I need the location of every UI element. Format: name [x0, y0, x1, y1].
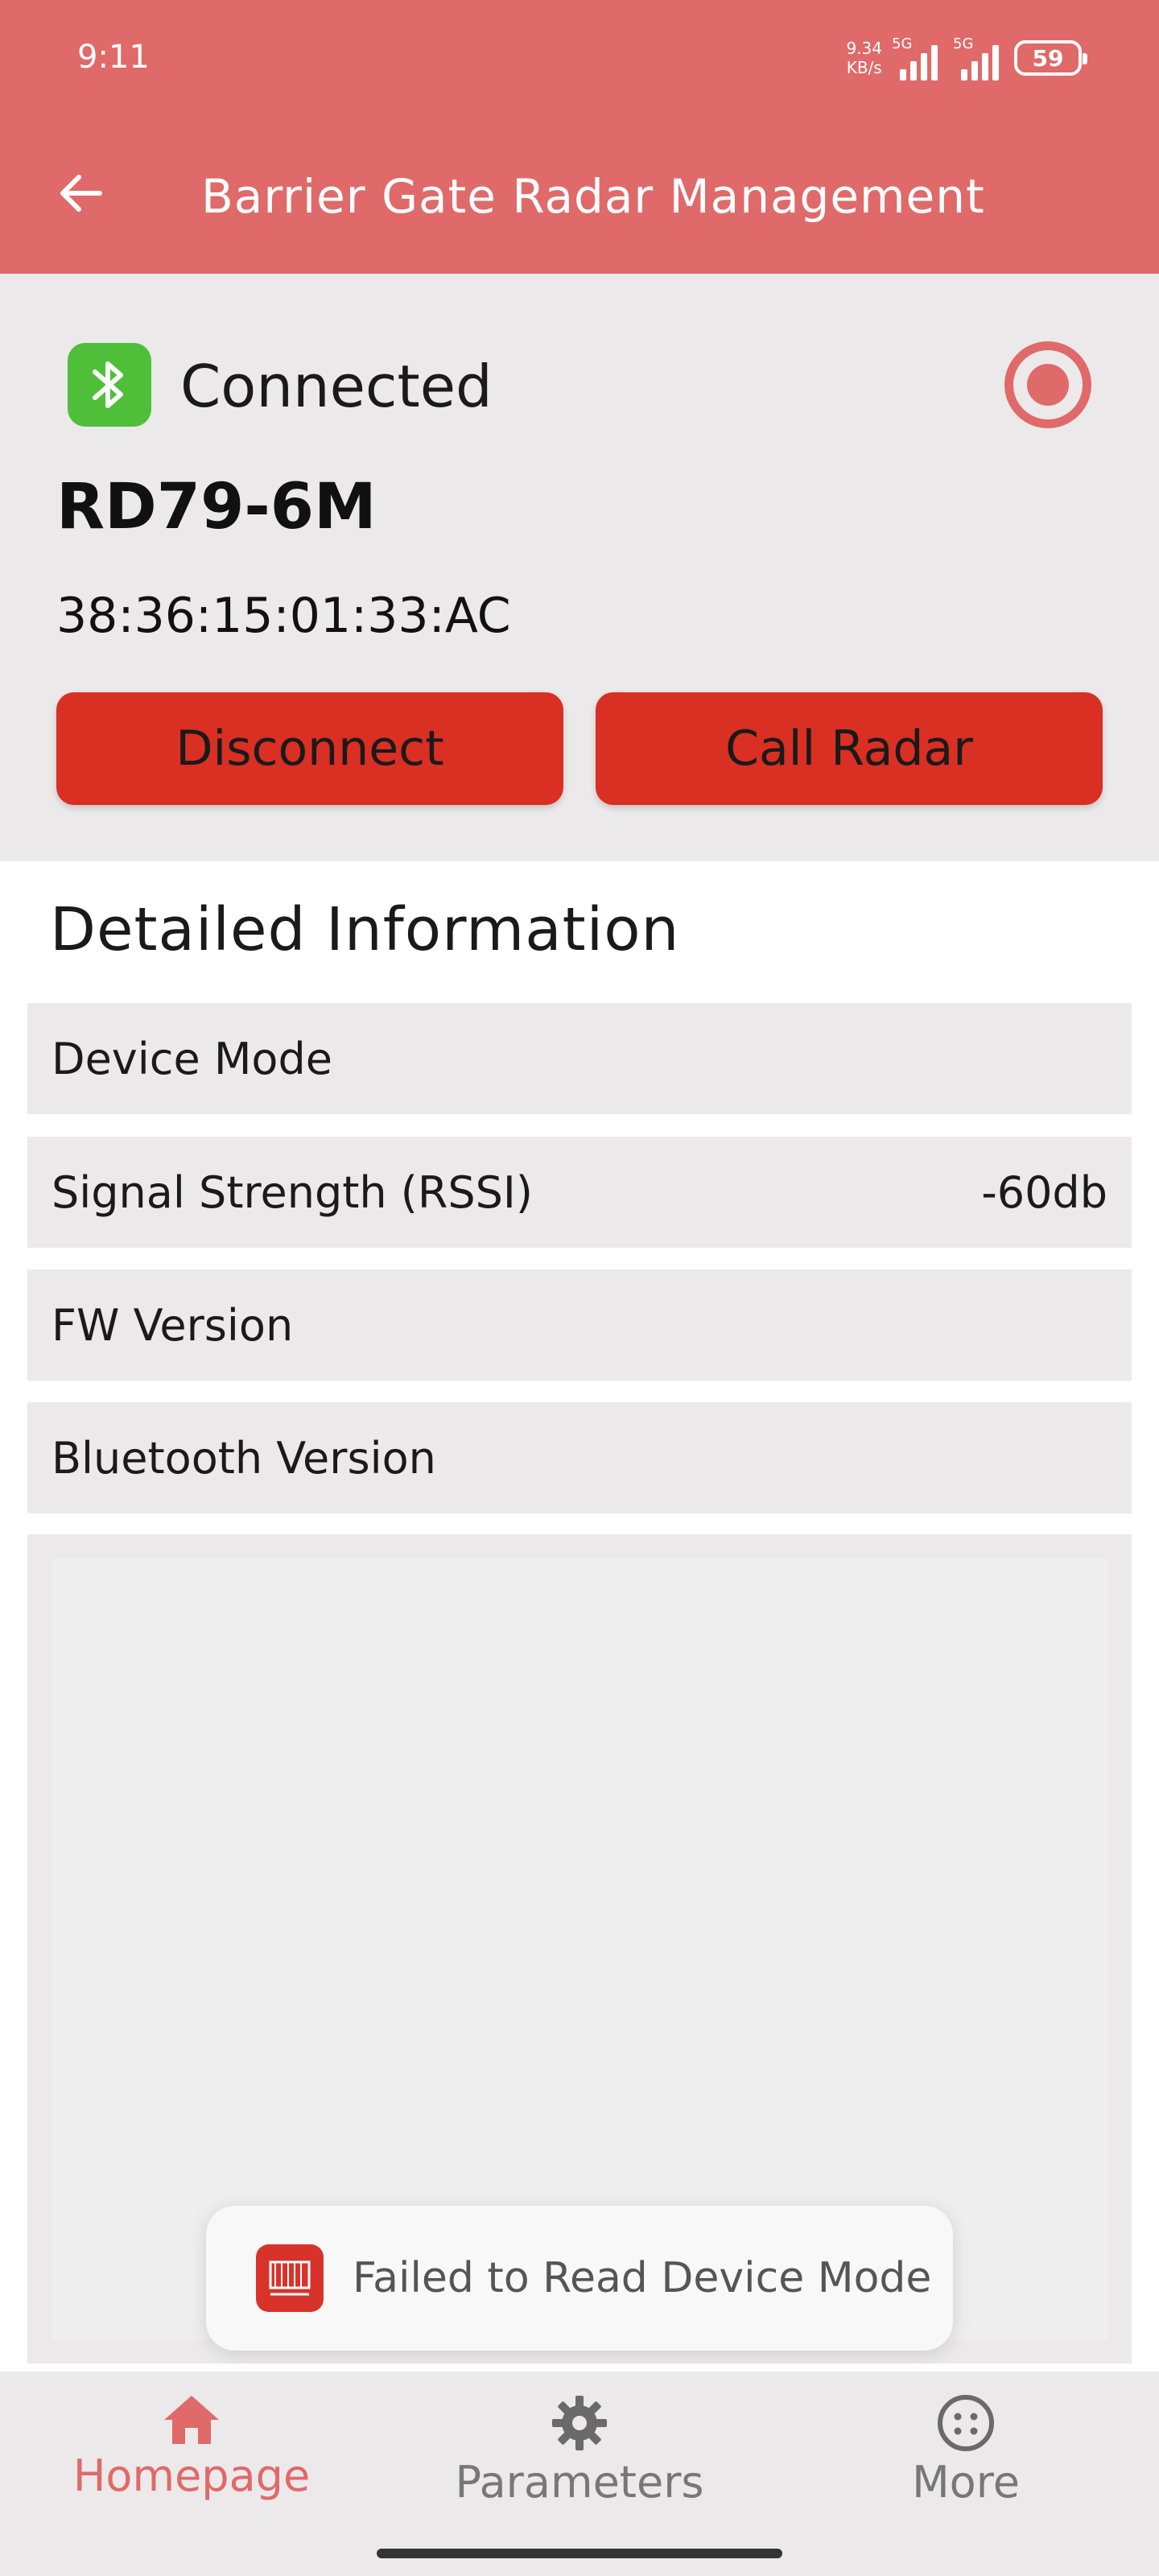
info-label: Signal Strength (RSSI) [52, 1166, 533, 1218]
info-row-signal-strength: Signal Strength (RSSI) -60db [27, 1137, 1132, 1248]
detail-section-title: Detailed Information [50, 895, 680, 964]
signal-sim1-icon: 5G [892, 35, 943, 80]
battery-level: 59 [1032, 44, 1064, 72]
disconnect-button[interactable]: Disconnect [56, 692, 563, 805]
app-header: 9:11 9.34 KB/s 5G 5G 59 Barrier Gate Rad… [0, 0, 1159, 274]
nav-homepage[interactable]: Homepage [31, 2392, 353, 2501]
info-row-device-mode: Device Mode [27, 1003, 1132, 1114]
device-name: RD79-6M [56, 471, 377, 543]
bottom-navigation: Homepage Parameters More [0, 2372, 1159, 2576]
signal-sim2-icon: 5G [953, 35, 1004, 80]
status-icons: 9.34 KB/s 5G 5G 59 [846, 35, 1087, 80]
network-speed-value: 9.34 [846, 39, 882, 58]
info-row-fw-version: FW Version [27, 1269, 1132, 1381]
nav-label: Parameters [455, 2457, 704, 2508]
toast-text: Failed to Read Device Mode [353, 2254, 932, 2302]
info-label: FW Version [52, 1299, 294, 1351]
info-label: Device Mode [52, 1033, 332, 1084]
connection-panel: Connected RD79-6M 38:36:15:01:33:AC Disc… [0, 274, 1159, 861]
status-time: 9:11 [77, 39, 150, 76]
network-speed-unit: KB/s [846, 58, 882, 77]
nav-parameters[interactable]: Parameters [419, 2392, 740, 2508]
connection-status: Connected [180, 353, 493, 420]
info-label: Bluetooth Version [52, 1432, 436, 1484]
app-logo-icon [256, 2244, 324, 2312]
toast-message: Failed to Read Device Mode [206, 2206, 953, 2351]
nav-label: Homepage [72, 2450, 311, 2501]
call-radar-button[interactable]: Call Radar [596, 692, 1103, 805]
home-indicator[interactable] [377, 2549, 782, 2558]
gear-icon [552, 2396, 607, 2450]
battery-icon: 59 [1014, 40, 1087, 76]
network-speed: 9.34 KB/s [846, 39, 882, 77]
bluetooth-icon [68, 343, 151, 427]
back-button[interactable] [48, 161, 113, 225]
record-icon [1027, 364, 1069, 406]
record-button[interactable] [1004, 341, 1091, 428]
page-title: Barrier Gate Radar Management [201, 169, 985, 224]
device-mac-address: 38:36:15:01:33:AC [56, 588, 511, 644]
home-icon [164, 2396, 219, 2444]
info-row-bluetooth-version: Bluetooth Version [27, 1402, 1132, 1513]
arrow-left-icon [60, 175, 102, 212]
info-value: -60db [981, 1166, 1107, 1218]
nav-label: More [912, 2457, 1020, 2508]
nav-more[interactable]: More [805, 2392, 1127, 2508]
more-icon [938, 2395, 994, 2451]
